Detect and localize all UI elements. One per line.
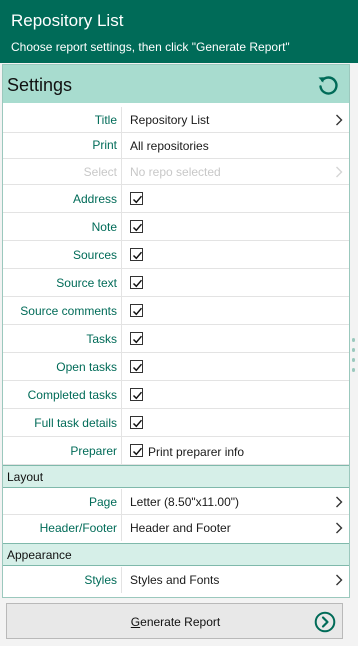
styles-row[interactable]: Styles Styles and Fonts — [3, 567, 349, 593]
chevron-right-icon — [336, 496, 343, 508]
page-label: Page — [88, 495, 117, 509]
report-header: Repository List Choose report settings, … — [0, 0, 358, 63]
address-checkbox[interactable] — [130, 192, 143, 205]
chevron-right-icon — [336, 574, 343, 586]
sources-checkbox[interactable] — [130, 248, 143, 261]
open-tasks-label: Open tasks — [56, 360, 117, 374]
preparer-checkbox-label[interactable]: Print preparer info — [148, 445, 244, 459]
open-tasks-checkbox[interactable] — [130, 360, 143, 373]
completed-tasks-row: Completed tasks — [3, 381, 349, 409]
print-select[interactable]: All repositories — [121, 133, 349, 158]
print-row[interactable]: Print All repositories — [3, 133, 349, 159]
header-footer-value-field[interactable]: Header and Footer — [121, 515, 349, 541]
tasks-row: Tasks — [3, 325, 349, 353]
source-comments-value-cell — [121, 297, 349, 324]
settings-bar: Settings — [3, 65, 349, 103]
appearance-heading: Appearance — [7, 548, 72, 562]
completed-tasks-label: Completed tasks — [27, 388, 117, 402]
reset-icon[interactable] — [316, 73, 340, 97]
page-row[interactable]: Page Letter (8.50"x11.00") — [3, 489, 349, 515]
sources-value-cell — [121, 241, 349, 268]
address-value-cell — [121, 185, 349, 212]
resize-grip-dot[interactable] — [352, 338, 355, 342]
appearance-section-header: Appearance — [3, 543, 349, 566]
title-row[interactable]: Title Repository List — [3, 107, 349, 133]
select-row: Select No repo selected — [3, 159, 349, 185]
source-comments-checkbox[interactable] — [130, 304, 143, 317]
title-value: Repository List — [130, 113, 210, 127]
note-checkbox[interactable] — [130, 220, 143, 233]
layout-section-header: Layout — [3, 465, 349, 488]
source-comments-label: Source comments — [20, 304, 117, 318]
preparer-label: Preparer — [70, 444, 117, 458]
print-value: All repositories — [130, 139, 209, 153]
source-text-value-cell — [121, 269, 349, 296]
completed-tasks-value-cell — [121, 381, 349, 408]
source-text-checkbox[interactable] — [130, 276, 143, 289]
chevron-right-icon — [336, 114, 343, 126]
generate-label-rest: enerate Report — [140, 615, 221, 629]
open-tasks-row: Open tasks — [3, 353, 349, 381]
title-label: Title — [94, 113, 117, 127]
print-label: Print — [92, 138, 117, 152]
chevron-right-icon — [336, 166, 343, 178]
resize-grip-dot[interactable] — [352, 368, 355, 372]
note-row: Note — [3, 213, 349, 241]
address-row: Address — [3, 185, 349, 213]
preparer-checkbox[interactable] — [130, 444, 143, 457]
resize-grip-dot[interactable] — [352, 348, 355, 352]
layout-heading: Layout — [7, 470, 44, 484]
generate-report-button[interactable]: Generate Report — [6, 603, 343, 639]
styles-value-field[interactable]: Styles and Fonts — [121, 567, 349, 593]
styles-value: Styles and Fonts — [130, 573, 220, 587]
page-value-field[interactable]: Letter (8.50"x11.00") — [121, 489, 349, 514]
header-footer-label: Header/Footer — [39, 521, 117, 535]
sources-label: Sources — [72, 248, 117, 262]
open-tasks-value-cell — [121, 353, 349, 380]
report-title: Repository List — [11, 11, 124, 30]
full-task-details-row: Full task details — [3, 409, 349, 437]
full-task-details-label: Full task details — [34, 416, 117, 430]
full-task-details-value-cell — [121, 409, 349, 436]
header-footer-row[interactable]: Header/Footer Header and Footer — [3, 515, 349, 541]
chevron-right-icon — [336, 522, 343, 534]
generate-report-label: Generate Report — [7, 615, 344, 629]
styles-label: Styles — [84, 573, 117, 587]
preparer-value-cell: Print preparer info — [121, 437, 349, 464]
header-footer-value: Header and Footer — [130, 521, 231, 535]
completed-tasks-checkbox[interactable] — [130, 388, 143, 401]
note-value-cell — [121, 213, 349, 240]
tasks-checkbox[interactable] — [130, 332, 143, 345]
full-task-details-checkbox[interactable] — [130, 416, 143, 429]
sources-row: Sources — [3, 241, 349, 269]
settings-panel: Settings Title Repository List Print All… — [2, 64, 350, 598]
circle-arrow-right-icon — [314, 611, 336, 633]
title-value-field[interactable]: Repository List — [121, 107, 349, 132]
address-label: Address — [72, 192, 117, 206]
settings-heading: Settings — [7, 75, 73, 95]
select-label: Select — [83, 165, 117, 179]
tasks-value-cell — [121, 325, 349, 352]
preparer-row: Preparer Print preparer info — [3, 437, 349, 465]
tasks-label: Tasks — [86, 332, 117, 346]
note-label: Note — [91, 220, 117, 234]
select-value-field: No repo selected — [121, 159, 349, 184]
select-value: No repo selected — [130, 165, 221, 179]
page-value: Letter (8.50"x11.00") — [130, 495, 240, 509]
source-comments-row: Source comments — [3, 297, 349, 325]
source-text-row: Source text — [3, 269, 349, 297]
generate-access-key: G — [130, 615, 141, 629]
source-text-label: Source text — [56, 276, 117, 290]
resize-grip-dot[interactable] — [352, 358, 355, 362]
report-instructions: Choose report settings, then click "Gene… — [11, 40, 290, 54]
